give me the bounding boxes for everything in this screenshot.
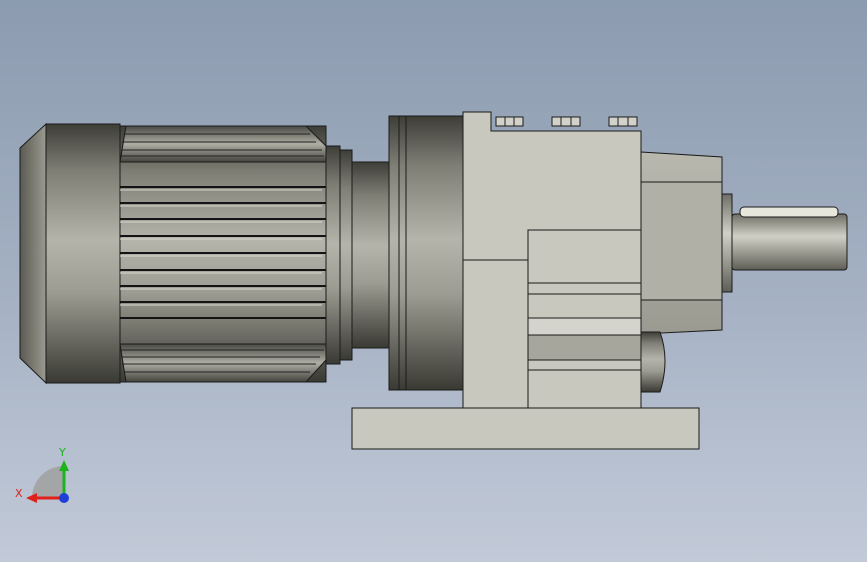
housing-bolts [495,116,638,127]
mounting-foot [351,407,700,450]
z-axis-dot-icon [59,493,69,503]
fan-cover [45,123,121,384]
motor-end-shield [325,145,341,365]
y-axis-arrow-icon [59,460,69,471]
flange-ring-outer [388,115,400,391]
orientation-triad: Y X [15,446,69,503]
shaft-key [739,206,839,218]
gearbox [351,111,848,450]
fan-cover-cap [19,122,47,385]
top-fin-group [119,125,327,163]
motor-neck [351,161,391,349]
x-axis-label: X [15,487,23,500]
shaft-collar [721,193,733,293]
x-axis-arrow-icon [26,493,37,503]
bearing-boss [640,331,666,393]
y-axis-label: Y [58,446,66,459]
output-shaft [731,213,848,271]
flange-drum [405,115,465,391]
cad-viewport[interactable]: Y X [0,0,867,562]
motor [19,122,391,385]
